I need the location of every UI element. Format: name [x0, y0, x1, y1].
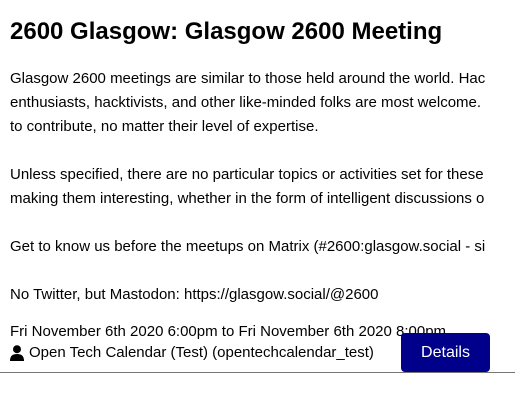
user-icon — [10, 345, 24, 361]
description-line: Get to know us before the meetups on Mat… — [10, 238, 486, 255]
organiser-name: Open Tech Calendar (Test) (opentechcalen… — [29, 344, 374, 361]
description-line: Glasgow 2600 meetings are similar to tho… — [10, 70, 486, 87]
event-listing: 2600 Glasgow: Glasgow 2600 Meeting Glasg… — [0, 0, 515, 404]
event-organiser: Open Tech Calendar (Test) (opentechcalen… — [10, 341, 374, 365]
divider — [0, 372, 515, 373]
event-title: 2600 Glasgow: Glasgow 2600 Meeting — [10, 18, 443, 45]
description-line: making them interesting, whether in the … — [10, 190, 485, 207]
event-description: Glasgow 2600 meetings are similar to tho… — [10, 67, 515, 307]
description-line: Unless specified, there are no particula… — [10, 166, 484, 183]
details-button[interactable]: Details — [401, 333, 490, 372]
description-line: No Twitter, but Mastodon: https://glasgo… — [10, 286, 379, 303]
description-line: to contribute, no matter their level of … — [10, 118, 319, 135]
description-line: enthusiasts, hacktivists, and other like… — [10, 94, 482, 111]
